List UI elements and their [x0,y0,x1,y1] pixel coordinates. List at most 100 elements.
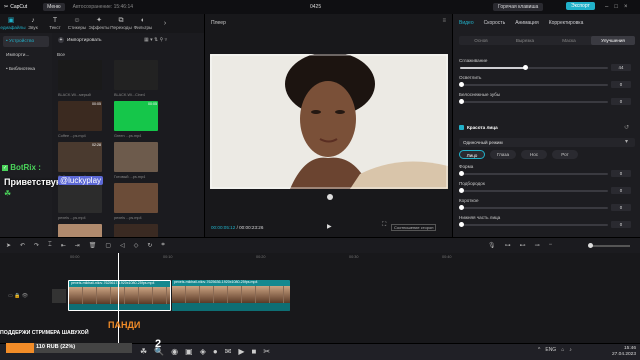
face-slider[interactable] [459,205,608,210]
whiten-slider[interactable] [459,82,608,87]
media-thumbnail[interactable]: 00:05 Green ...ps.mp4 [114,101,158,138]
capcut-app-icon[interactable]: ✂ [263,347,270,356]
face-slider[interactable] [459,188,608,193]
crop-tool-icon[interactable]: ⌗ [161,242,164,249]
subtab-cutout[interactable]: Вырезка [503,36,547,45]
tab-filters[interactable]: ◐ Фильтры [132,14,154,33]
media-thumbnail[interactable]: 00:05 Coffee ...ps.mp4 [58,101,102,138]
close-icon[interactable]: × [624,4,628,10]
link-icon[interactable]: ⊶ [505,242,511,249]
select-icon[interactable]: ➤ [6,242,11,249]
main-menu-button[interactable]: Меню [43,3,65,11]
cover-thumbnail[interactable] [52,289,66,303]
face-slider-knob[interactable] [459,205,464,210]
app-icon[interactable]: ▣ [185,347,193,356]
smooth-slider[interactable] [460,65,608,70]
tab-sticker[interactable]: ☺ Стикеры [66,14,88,33]
player-menu-icon[interactable]: ≡ [442,18,446,24]
face-slider-knob[interactable] [459,222,464,227]
face-slider-value[interactable]: 0 [611,170,631,177]
reverse-icon[interactable]: ◁ [120,242,125,249]
freeze-icon[interactable]: ▢ [105,242,111,249]
tab-more[interactable]: › [154,14,176,33]
subtab-basic[interactable]: Основ [459,36,503,45]
zoom-knob[interactable] [588,243,593,248]
preview-axis-icon[interactable]: ⊸ [535,242,540,249]
sidebar-item-device[interactable]: • Устройство [3,36,49,47]
app-icon[interactable]: ☘ [140,347,147,356]
redo-icon[interactable]: ↷ [34,242,39,249]
project-name[interactable]: 0425 [310,4,321,10]
tab-effects[interactable]: ✦ Эффекты [88,14,110,33]
split-right-icon[interactable]: ⇥ [75,242,80,249]
face-slider-value[interactable]: 0 [611,221,631,228]
app-icon[interactable]: ▶ [238,347,244,356]
crop-icon[interactable]: ⛶ [382,222,386,229]
timeline-clip[interactable]: pexels-mikhail-nilov-7625617-1920x1080-2… [68,280,171,311]
facetab-nose[interactable]: Нос [521,150,547,159]
tab-speed[interactable]: Скорость [484,20,506,26]
sidebar-item-import[interactable]: Импорти... [3,50,49,61]
tab-audio[interactable]: ♪ Звук [22,14,44,33]
face-slider[interactable] [459,222,608,227]
preview-frame[interactable] [210,54,448,189]
tab-text[interactable]: T Текст [44,14,66,33]
smooth-slider-knob[interactable] [523,65,529,70]
tray-chevron-icon[interactable]: ^ [538,347,540,353]
undo-icon[interactable]: ↶ [20,242,25,249]
teeth-slider[interactable] [459,99,608,104]
tab-adjustment[interactable]: Корректировка [549,20,584,26]
reset-icon[interactable]: ↺ [624,124,629,131]
face-slider[interactable] [459,171,608,176]
maximize-icon[interactable]: □ [614,4,618,10]
app-icon[interactable]: ✉ [225,347,232,356]
facetab-face[interactable]: Лицо [459,150,485,159]
face-slider-knob[interactable] [459,171,464,176]
subtab-enhance[interactable]: Улучшения [591,36,635,45]
teeth-slider-knob[interactable] [459,99,464,104]
aspect-ratio-button[interactable]: Соотношение сторон [391,224,437,231]
face-beauty-checkbox[interactable] [459,125,464,130]
app-icon[interactable]: ◈ [200,347,206,356]
zoom-out-icon[interactable]: − [549,242,553,249]
language-indicator[interactable]: ENG [545,347,556,353]
import-button[interactable]: + Импортировать [58,37,102,43]
minimize-icon[interactable]: – [605,4,608,10]
timeline-zoom-slider[interactable] [588,243,630,248]
magnet-icon[interactable]: ⊷ [520,242,526,249]
tab-animation[interactable]: Анимация [515,20,538,26]
volume-icon[interactable]: ♪ [569,347,572,353]
rotate-icon[interactable]: ↻ [147,242,152,249]
sidebar-item-library[interactable]: • Библиотека [3,64,49,75]
rotate-handle-icon[interactable] [327,194,333,200]
whiten-slider-knob[interactable] [459,82,464,87]
tab-video[interactable]: Видео [459,20,474,26]
whiten-value[interactable]: 0 [611,81,631,88]
play-icon[interactable]: ▶ [327,223,332,230]
track-controls[interactable]: ▭ 🔒 👁 [8,293,28,299]
media-thumbnail[interactable]: pexels ...ps.mp4 [114,183,158,220]
split-left-icon[interactable]: ⇤ [61,242,66,249]
mode-select[interactable]: Одиночный режим [459,138,635,147]
media-thumbnail[interactable]: BLACK.Wi...мерый [58,60,102,97]
mic-icon[interactable]: 🎙 [488,242,496,249]
subtab-mask[interactable]: Маска [547,36,591,45]
shortcuts-button[interactable]: Горячая клавиша [493,3,544,11]
delete-icon[interactable]: 🗑 [89,242,97,249]
split-icon[interactable]: ⌶ [48,242,52,249]
teeth-value[interactable]: 0 [611,98,631,105]
export-button[interactable]: Экспорт [566,2,595,10]
media-view-tools[interactable]: ▦ ▾ ⇅ ⚲ ▿ [144,37,167,43]
facetab-eyes[interactable]: Глаза [490,150,516,159]
clock[interactable]: 15:46 27.04.2023 [596,346,636,358]
smooth-value[interactable]: 44 [611,64,631,71]
app-icon[interactable]: ● [213,347,218,356]
app-icon[interactable]: ■ [252,347,257,356]
mirror-icon[interactable]: ◇ [134,242,139,249]
facetab-mouth[interactable]: Рот [552,150,578,159]
media-filter-all[interactable]: Все [57,52,65,57]
timeline-clip[interactable]: pexels-mikhail-nilov-7625636-1920x1080-2… [172,280,290,311]
face-slider-value[interactable]: 0 [611,204,631,211]
media-thumbnail[interactable]: Готовый ...ps.mp4 [114,142,158,179]
network-icon[interactable]: ⌂ [561,347,564,353]
